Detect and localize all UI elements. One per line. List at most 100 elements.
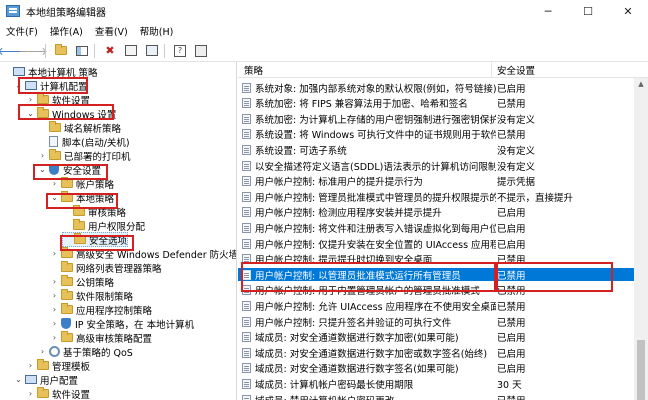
collapse-chevron-icon[interactable]: ⌄ [50, 193, 59, 202]
policy-name: 用户帐户控制: 仅提升安装在安全位置的 UIAccess 应用程序 [255, 239, 496, 251]
column-header-security-setting[interactable]: 安全设置 [497, 63, 535, 77]
expand-chevron-icon[interactable]: › [50, 319, 59, 328]
tree-item[interactable]: › 软件限制策略 [50, 288, 133, 303]
expand-chevron-icon[interactable]: › [50, 179, 59, 188]
tree-item-label: 安全设置 [63, 165, 102, 177]
tree-item[interactable]: 脚本(启动/关机) [38, 134, 130, 149]
menu-action[interactable]: 操作(A) [44, 24, 89, 38]
scroll-up-arrow-icon[interactable]: ▲ [634, 78, 648, 90]
navigation-tree: 本地计算机 策略 ⌄ 计算机配置 › 软件设置 ⌄ Windows 设置 域名解析策略 脚本(启… [0, 62, 237, 400]
show-hide-tree-icon[interactable] [73, 42, 91, 60]
policy-row[interactable]: 用户帐户控制: 以管理员批准模式运行所有管理员 已禁用 [238, 268, 634, 282]
expand-chevron-icon[interactable]: › [50, 277, 59, 286]
tree-item-label: 帐户策略 [76, 179, 115, 191]
policy-icon [242, 285, 251, 296]
folder-icon [61, 261, 73, 272]
tree-item[interactable]: › 高级审核策略配置 [50, 330, 152, 345]
menu-help[interactable]: 帮助(H) [134, 24, 180, 38]
policy-row[interactable]: 域成员: 计算机帐户密码最长使用期限 30 天 [238, 377, 634, 391]
tree-item[interactable]: 网络列表管理器策略 [50, 260, 162, 275]
collapse-chevron-icon[interactable]: ⌄ [14, 375, 23, 384]
properties-icon[interactable] [122, 42, 140, 60]
tree-item[interactable]: › 基于策略的 QoS [38, 344, 133, 359]
up-folder-icon[interactable] [52, 42, 70, 60]
menu-file[interactable]: 文件(F) [0, 24, 44, 38]
policy-row[interactable]: 用户帐户控制: 提示提升时切换到安全桌面 已禁用 [238, 253, 634, 266]
tree-item[interactable]: ⌄ 计算机配置 [14, 78, 88, 93]
tree-item[interactable]: ⌄ Windows 设置 [26, 106, 116, 121]
tree-item[interactable]: › 高级安全 Windows Defender 防火墙 [50, 246, 236, 261]
menu-view[interactable]: 查看(V) [89, 24, 134, 38]
policy-setting: 已禁用 [497, 270, 526, 282]
scroll-thumb[interactable] [637, 340, 645, 400]
expand-chevron-icon[interactable]: › [50, 249, 59, 258]
tree-item[interactable]: ⌄ 用户配置 [14, 372, 78, 387]
tree-item[interactable]: › 公钥策略 [50, 274, 114, 289]
expand-chevron-icon[interactable]: › [38, 151, 47, 160]
policy-row[interactable]: 用户帐户控制: 允许 UIAccess 应用程序在不使用安全桌面... 已禁用 [238, 299, 634, 313]
column-divider[interactable] [491, 62, 492, 78]
tree-item[interactable]: › IP 安全策略，在 本地计算机 [50, 316, 194, 331]
column-header-policy[interactable]: 策略 [244, 63, 263, 77]
policy-row[interactable]: 用户帐户控制: 将文件和注册表写入错误虚拟化到每用户位置 已启用 [238, 221, 634, 235]
collapse-chevron-icon[interactable]: ⌄ [38, 165, 47, 174]
policy-row[interactable]: 域成员: 对安全通道数据进行数字加密(如果可能) 已启用 [238, 331, 634, 344]
help-icon[interactable]: ? [171, 42, 189, 60]
policy-icon [242, 82, 251, 93]
expand-chevron-icon[interactable]: › [50, 305, 59, 314]
policy-icon [242, 300, 251, 311]
tree-item-label: 脚本(启动/关机) [62, 137, 130, 149]
tree-item[interactable]: ⌄ 本地策略 [50, 190, 114, 205]
policy-row[interactable]: 域成员: 对安全通道数据进行数字加密或数字签名(始终) 已启用 [238, 346, 634, 360]
tree-item[interactable]: › 软件设置 [26, 386, 90, 400]
policy-setting: 已禁用 [497, 393, 526, 400]
policy-row[interactable]: 用户帐户控制: 标准用户的提升提示行为 提示凭据 [238, 175, 634, 188]
vertical-scrollbar[interactable]: ▲ [634, 78, 648, 400]
expand-chevron-icon[interactable]: › [26, 389, 35, 398]
policy-icon [242, 238, 251, 249]
filter-icon[interactable] [192, 42, 210, 60]
policy-row[interactable]: 域成员: 对安全通道数据进行数字签名(如果可能) 已启用 [238, 362, 634, 375]
policy-row[interactable]: 系统设置: 将 Windows 可执行文件中的证书规则用于软件... 已禁用 [238, 128, 634, 141]
tree-item[interactable]: 本地计算机 策略 [2, 64, 98, 79]
expand-chevron-icon[interactable]: › [38, 347, 47, 356]
tree-item[interactable]: › 软件设置 [26, 92, 90, 107]
policy-row[interactable]: 用户帐户控制: 管理员批准模式中管理员的提升权限提示的... 不提示，直接提升 [238, 190, 634, 204]
tree-item[interactable]: 域名解析策略 [38, 120, 121, 135]
tree-item[interactable]: 安全选项 [62, 232, 129, 247]
policy-icon [242, 113, 251, 124]
export-list-icon[interactable] [143, 42, 161, 60]
title-bar: 本地组策略编辑器 ─ ☐ ✕ [0, 0, 648, 22]
policy-row[interactable]: 以安全描述符定义语言(SDDL)语法表示的计算机访问限制 没有定义 [238, 159, 634, 173]
tree-item[interactable]: 审核策略 [62, 204, 126, 219]
tree-item[interactable]: ⌄ 安全设置 [38, 162, 101, 177]
minimize-button[interactable]: ─ [528, 0, 568, 22]
policy-row[interactable]: 系统加密: 将 FIPS 兼容算法用于加密、哈希和签名 已禁用 [238, 97, 634, 110]
policy-row[interactable]: 系统加密: 为计算机上存储的用户密钥强制进行强密钥保护 没有定义 [238, 112, 634, 126]
policy-row[interactable]: 用户帐户控制: 只提升签名并验证的可执行文件 已禁用 [238, 315, 634, 329]
tree-item[interactable]: › 管理模板 [26, 358, 90, 373]
maximize-button[interactable]: ☐ [568, 0, 608, 22]
collapse-chevron-icon[interactable]: ⌄ [14, 81, 23, 90]
policy-name: 用户帐户控制: 标准用户的提升提示行为 [255, 177, 423, 189]
policy-row[interactable]: 用户帐户控制: 检测应用程序安装并提示提升 已启用 [238, 206, 634, 219]
policy-row[interactable]: 系统对象: 加强内部系统对象的默认权限(例如，符号链接) 已启用 [238, 81, 634, 95]
expand-chevron-icon[interactable]: › [50, 291, 59, 300]
collapse-chevron-icon[interactable]: ⌄ [26, 109, 35, 118]
tree-item[interactable]: 用户权限分配 [62, 218, 145, 233]
close-button[interactable]: ✕ [608, 0, 648, 22]
policy-icon [242, 394, 251, 400]
delete-icon[interactable]: ✖ [101, 42, 119, 60]
expand-chevron-icon[interactable]: › [26, 361, 35, 370]
tree-item[interactable]: › 帐户策略 [50, 176, 114, 191]
tree-item[interactable]: › 已部署的打印机 [38, 148, 131, 163]
policy-row[interactable]: 用户帐户控制: 仅提升安装在安全位置的 UIAccess 应用程序 已启用 [238, 237, 634, 251]
policy-row[interactable]: 系统设置: 可选子系统 没有定义 [238, 143, 634, 157]
tree-item[interactable]: › 应用程序控制策略 [50, 302, 152, 317]
policy-row[interactable]: 域成员: 禁用计算机帐户密码更改已禁用 [238, 393, 634, 400]
expand-chevron-icon[interactable]: › [50, 333, 59, 342]
forward-arrow-icon[interactable]: 🡒 [18, 42, 48, 60]
expand-chevron-icon[interactable]: › [26, 95, 35, 104]
policy-name: 系统设置: 将 Windows 可执行文件中的证书规则用于软件... [255, 130, 496, 142]
policy-row[interactable]: 用户帐户控制: 用于内置管理员帐户的管理员批准模式 已禁用 [238, 284, 634, 297]
